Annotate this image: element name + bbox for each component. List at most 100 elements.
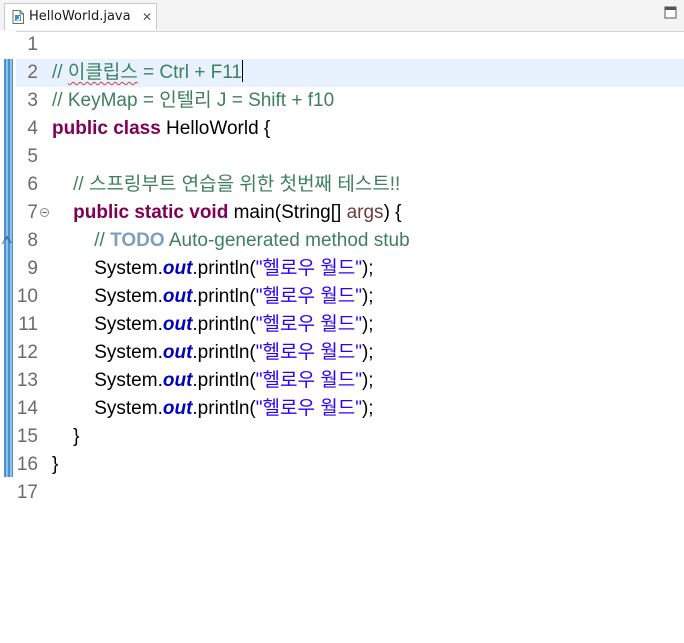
method-call: .println(: [192, 370, 256, 391]
comment-text: // 스프링부트 연습을 위한 첫번째 테스트!!: [73, 174, 401, 195]
static-field: out: [162, 398, 193, 419]
line-code[interactable]: System.out.println("헬로우 월드");: [52, 255, 374, 283]
code-line-current: 2 // 이클립스 = Ctrl + F11: [16, 59, 684, 87]
line-code[interactable]: System.out.println("헬로우 월드");: [52, 339, 373, 367]
code-line: 12 System.out.println("헬로우 월드");: [16, 339, 684, 367]
class-ref: System.: [94, 286, 163, 307]
line-code[interactable]: // 이클립스 = Ctrl + F11: [52, 59, 243, 87]
static-field: out: [162, 342, 193, 363]
code-line: 11 System.out.println("헬로우 월드");: [16, 311, 684, 339]
code-line: 4 public class HelloWorld {: [16, 115, 684, 143]
change-bar: [4, 59, 13, 477]
code-line: 15 }: [16, 423, 684, 451]
line-number: 9: [27, 258, 38, 279]
override-marker-icon: [1, 235, 12, 245]
line-number: 17: [16, 482, 38, 503]
line-number: 1: [27, 34, 38, 55]
method-call: .println(: [192, 398, 256, 419]
string-literal: "헬로우 월드": [255, 258, 362, 279]
line-code[interactable]: public class HelloWorld {: [52, 115, 270, 143]
code-line: 7 public static void main(String[] args)…: [16, 199, 684, 227]
line-code[interactable]: System.out.println("헬로우 월드");: [52, 311, 373, 339]
static-field: out: [162, 370, 193, 391]
static-field: out: [162, 314, 193, 335]
maximize-icon[interactable]: [664, 6, 677, 19]
code-editor[interactable]: 1 2 // 이클립스 = Ctrl + F11 3 // KeyMap = 인…: [0, 31, 684, 643]
line-code[interactable]: // 스프링부트 연습을 위한 첫번째 테스트!!: [52, 171, 400, 199]
line-code[interactable]: System.out.println("헬로우 월드");: [52, 283, 374, 311]
method-call: .println(: [192, 342, 256, 363]
string-literal: "헬로우 월드": [255, 342, 362, 363]
line-code[interactable]: }: [52, 423, 79, 451]
line-number: 6: [27, 174, 38, 195]
comment-rest: Auto-generated method stub: [164, 230, 410, 251]
line-code[interactable]: // KeyMap = 인텔리 J = Shift + f10: [52, 87, 334, 115]
static-field: out: [162, 258, 193, 279]
line-code[interactable]: System.out.println("헬로우 월드");: [52, 395, 374, 423]
line-number: 7: [27, 202, 38, 223]
comment-rest: = Ctrl + F11: [137, 62, 242, 83]
statement-end: );: [361, 286, 374, 307]
string-literal: "헬로우 월드": [255, 286, 362, 307]
todo-tag: TODO: [110, 230, 165, 251]
line-number: 10: [16, 286, 38, 307]
line-code[interactable]: public static void main(String[] args) {: [52, 199, 402, 227]
line-code[interactable]: }: [52, 451, 58, 479]
method-call: .println(: [192, 258, 256, 279]
code-line: 3 // KeyMap = 인텔리 J = Shift + f10: [16, 87, 684, 115]
class-ref: System.: [94, 398, 163, 419]
code-line: 9 System.out.println("헬로우 월드");: [16, 255, 684, 283]
line-number: 2: [27, 62, 38, 83]
line-number: 16: [16, 454, 38, 475]
code-line: 6 // 스프링부트 연습을 위한 첫번째 테스트!!: [16, 171, 684, 199]
line-code[interactable]: // TODO Auto-generated method stub: [52, 227, 410, 255]
code-line: 13 System.out.println("헬로우 월드");: [16, 367, 684, 395]
line-number: 11: [18, 314, 38, 335]
parameter-name: args: [346, 202, 384, 223]
tab-label: HelloWorld.java: [29, 9, 131, 24]
method-call: .println(: [192, 314, 256, 335]
code-line: 8 // TODO Auto-generated method stub: [16, 227, 684, 255]
tab-helloworld-java[interactable]: HelloWorld.java ✕: [4, 3, 157, 30]
class-ref: System.: [94, 314, 163, 335]
line-number: 4: [27, 118, 38, 139]
change-ruler: [0, 31, 16, 643]
line-number: 15: [16, 426, 38, 447]
class-ref: System.: [94, 342, 163, 363]
statement-end: );: [361, 258, 374, 279]
line-number: 13: [16, 370, 38, 391]
line-number: 8: [27, 230, 38, 251]
comment-prefix: //: [94, 230, 111, 251]
line-number: 3: [27, 90, 38, 111]
static-field: out: [162, 286, 193, 307]
line-number: 12: [16, 342, 38, 363]
comment-prefix: //: [52, 62, 68, 83]
keyword: public static void: [73, 202, 229, 223]
code-line: 1: [16, 31, 684, 59]
fold-collapse-icon[interactable]: [40, 208, 49, 217]
code-line: 5: [16, 143, 684, 171]
code-line: 16 }: [16, 451, 684, 479]
text-caret: [241, 60, 243, 82]
code-line: 10 System.out.println("헬로우 월드");: [16, 283, 684, 311]
line-code[interactable]: System.out.println("헬로우 월드");: [52, 367, 374, 395]
string-literal: "헬로우 월드": [255, 398, 362, 419]
method-signature-end: ) {: [383, 202, 402, 223]
statement-end: );: [361, 370, 374, 391]
editor-tab-bar: HelloWorld.java ✕: [0, 0, 684, 32]
line-number: 5: [27, 146, 38, 167]
class-declaration: HelloWorld {: [160, 118, 271, 139]
java-file-icon: [12, 10, 24, 24]
string-literal: "헬로우 월드": [255, 314, 362, 335]
statement-end: );: [361, 398, 374, 419]
close-icon[interactable]: ✕: [142, 10, 152, 24]
